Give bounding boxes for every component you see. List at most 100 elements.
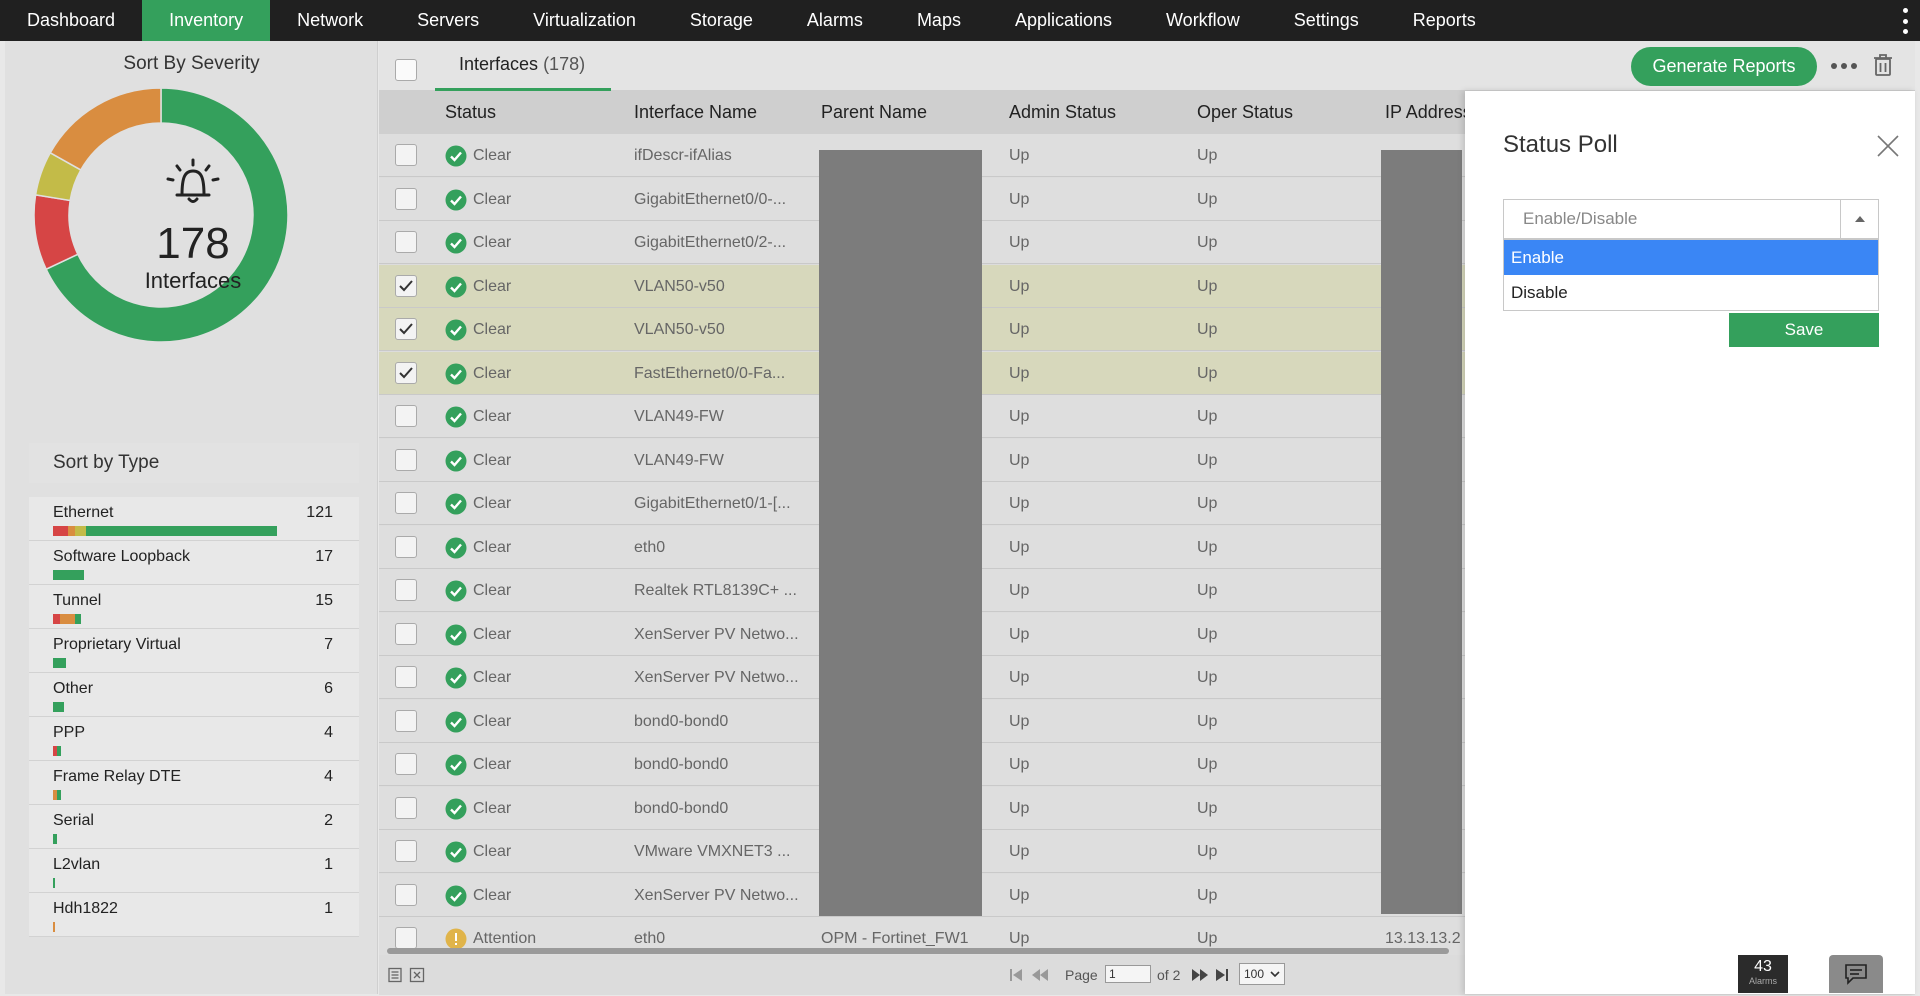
nav-item-alarms[interactable]: Alarms — [780, 0, 890, 41]
trash-icon[interactable] — [1873, 53, 1893, 77]
type-row-l2vlan[interactable]: L2vlan 1 — [29, 849, 359, 893]
select-all-checkbox[interactable] — [395, 59, 417, 81]
row-checkbox[interactable] — [395, 622, 417, 645]
cell-interface-name[interactable]: GigabitEthernet0/1-[... — [634, 482, 791, 525]
cell-interface-name[interactable]: XenServer PV Netwo... — [634, 874, 799, 917]
cell-interface-name[interactable]: Realtek RTL8139C+ ... — [634, 569, 797, 612]
type-row-software-loopback[interactable]: Software Loopback 17 — [29, 541, 359, 585]
enable-disable-select[interactable]: Enable/Disable — [1503, 199, 1879, 239]
row-checkbox[interactable] — [395, 927, 417, 949]
row-checkbox[interactable] — [395, 840, 417, 862]
horizontal-scrollbar[interactable] — [387, 948, 1449, 954]
nav-item-settings[interactable]: Settings — [1267, 0, 1386, 41]
row-checkbox[interactable] — [395, 405, 417, 427]
generate-reports-button[interactable]: Generate Reports — [1631, 47, 1817, 86]
nav-item-reports[interactable]: Reports — [1386, 0, 1503, 41]
row-checkbox[interactable] — [395, 231, 417, 253]
cell-interface-name[interactable]: XenServer PV Netwo... — [634, 656, 799, 699]
page-number-input[interactable]: 1 — [1105, 965, 1151, 983]
column-header-oper-status[interactable]: Oper Status — [1197, 91, 1293, 134]
cell-oper-status: Up — [1197, 582, 1218, 599]
type-row-proprietary-virtual[interactable]: Proprietary Virtual 7 — [29, 629, 359, 673]
cell-interface-name[interactable]: VLAN49-FW — [634, 439, 724, 482]
nav-item-maps[interactable]: Maps — [890, 0, 988, 41]
cell-interface-name[interactable]: GigabitEthernet0/2-... — [634, 221, 786, 264]
cell-interface-name[interactable]: XenServer PV Netwo... — [634, 613, 799, 656]
cell-oper-status: Up — [1197, 538, 1218, 556]
row-checkbox[interactable] — [395, 144, 417, 166]
previous-page-icon[interactable] — [1031, 968, 1049, 982]
cell-oper-status: Up — [1197, 799, 1218, 817]
alarms-badge[interactable]: 43 Alarms — [1738, 955, 1788, 993]
column-header-ip-address[interactable]: IP Address — [1385, 91, 1472, 134]
last-page-icon[interactable] — [1215, 968, 1229, 982]
column-header-admin-status[interactable]: Admin Status — [1009, 91, 1116, 134]
nav-item-virtualization[interactable]: Virtualization — [506, 0, 663, 41]
nav-item-dashboard[interactable]: Dashboard — [0, 0, 142, 41]
type-row-other[interactable]: Other 6 — [29, 673, 359, 717]
row-checkbox[interactable] — [395, 187, 417, 210]
chevron-down-icon — [1270, 971, 1280, 978]
cell-status: Clear — [473, 408, 512, 425]
row-checkbox[interactable] — [395, 361, 417, 384]
row-checkbox[interactable] — [395, 579, 417, 601]
nav-item-applications[interactable]: Applications — [988, 0, 1139, 41]
next-page-icon[interactable] — [1191, 968, 1209, 982]
status-poll-panel: Status Poll Enable/Disable Enable Disabl… — [1465, 91, 1915, 994]
type-row-ethernet[interactable]: Ethernet 121 — [29, 497, 359, 541]
more-menu-icon[interactable] — [1902, 8, 1908, 34]
export-excel-icon[interactable] — [409, 967, 425, 983]
cell-interface-name[interactable]: bond0-bond0 — [634, 743, 728, 786]
type-row-hdh1822[interactable]: Hdh1822 1 — [29, 893, 359, 937]
nav-item-workflow[interactable]: Workflow — [1139, 0, 1267, 41]
first-page-icon[interactable] — [1009, 968, 1023, 982]
cell-interface-name[interactable]: bond0-bond0 — [634, 700, 728, 743]
type-name: L2vlan — [53, 856, 101, 873]
cell-interface-name[interactable]: GigabitEthernet0/0-... — [634, 178, 786, 221]
type-row-frame-relay-dte[interactable]: Frame Relay DTE 4 — [29, 761, 359, 805]
option-disable[interactable]: Disable — [1504, 275, 1878, 310]
type-bar-segment — [75, 614, 81, 624]
cell-interface-name[interactable]: FastEthernet0/0-Fa... — [634, 352, 785, 395]
type-row-tunnel[interactable]: Tunnel 15 — [29, 585, 359, 629]
cell-interface-name[interactable]: VLAN50-v50 — [634, 265, 725, 308]
more-actions-icon[interactable] — [1831, 63, 1857, 69]
cell-interface-name[interactable]: VMware VMXNET3 ... — [634, 830, 790, 873]
row-checkbox[interactable] — [395, 448, 417, 471]
column-header-status[interactable]: Status — [445, 91, 496, 134]
donut-slice-critical[interactable] — [33, 194, 79, 271]
type-row-serial[interactable]: Serial 2 — [29, 805, 359, 849]
row-checkbox[interactable] — [395, 796, 417, 819]
chat-button[interactable] — [1829, 955, 1883, 993]
cell-interface-name[interactable]: VLAN50-v50 — [634, 308, 725, 351]
cell-interface-name[interactable]: ifDescr-ifAlias — [634, 134, 732, 177]
cell-interface-name[interactable]: eth0 — [634, 526, 665, 569]
column-header-parent-name[interactable]: Parent Name — [821, 91, 927, 134]
row-checkbox[interactable] — [395, 709, 417, 732]
row-checkbox[interactable] — [395, 274, 417, 297]
column-header-interface-name[interactable]: Interface Name — [634, 91, 757, 134]
nav-item-network[interactable]: Network — [270, 0, 390, 41]
row-checkbox[interactable] — [395, 318, 417, 340]
rows-per-page-select[interactable]: 100 — [1239, 963, 1285, 985]
close-icon[interactable] — [1875, 133, 1901, 159]
option-enable[interactable]: Enable — [1504, 240, 1878, 275]
nav-item-inventory[interactable]: Inventory — [142, 0, 271, 41]
row-checkbox[interactable] — [395, 492, 417, 514]
cell-status: Clear — [473, 843, 512, 860]
row-checkbox[interactable] — [395, 753, 417, 775]
nav-item-storage[interactable]: Storage — [663, 0, 780, 41]
save-button[interactable]: Save — [1729, 313, 1879, 347]
select-arrow[interactable] — [1840, 200, 1878, 238]
tab-interfaces[interactable]: Interfaces (178) — [435, 41, 612, 91]
cell-interface-name[interactable]: VLAN49-FW — [634, 395, 724, 438]
export-csv-icon[interactable] — [387, 967, 403, 983]
tab-interfaces-count: (178) — [543, 54, 586, 74]
nav-item-servers[interactable]: Servers — [390, 0, 506, 41]
row-checkbox[interactable] — [395, 666, 417, 688]
type-severity-bar — [53, 658, 66, 668]
row-checkbox[interactable] — [395, 535, 417, 558]
cell-interface-name[interactable]: bond0-bond0 — [634, 787, 728, 830]
type-row-ppp[interactable]: PPP 4 — [29, 717, 359, 761]
row-checkbox[interactable] — [395, 883, 417, 906]
